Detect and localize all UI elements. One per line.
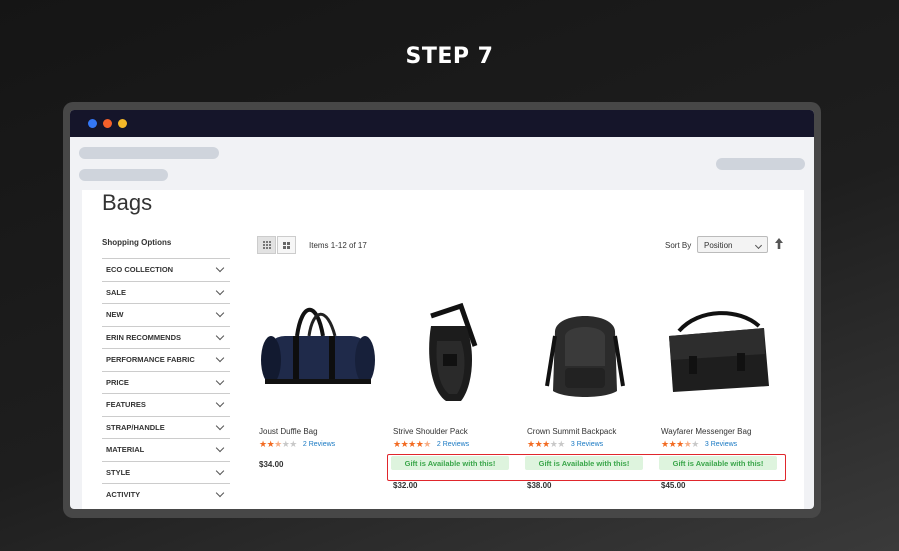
product-name[interactable]: Joust Duffle Bag — [259, 427, 318, 436]
product-image[interactable] — [391, 288, 511, 413]
filter-label: FEATURES — [106, 400, 146, 410]
filter-label: PERFORMANCE FABRIC — [106, 355, 195, 365]
product-rating: ★★★★★ 3 Reviews — [527, 440, 603, 449]
filter-label: ACTIVITY — [106, 490, 141, 500]
reviews-link[interactable]: 2 Reviews — [437, 441, 469, 448]
browser-titlebar — [70, 110, 814, 137]
rating-stars: ★★★★★ — [527, 439, 565, 449]
filter-label: MATERIAL — [106, 445, 145, 455]
gift-badges-highlight — [387, 454, 786, 481]
chevron-down-icon — [215, 309, 225, 318]
grid-view-icon — [262, 241, 271, 249]
filter-option[interactable]: STRAP/HANDLE — [102, 415, 230, 439]
product-price: $45.00 — [661, 481, 686, 490]
shopping-options-sidebar: Shopping Options ECO COLLECTION SALE NEW ER… — [102, 232, 230, 506]
browser-window: Bags Shopping Options ECO COLLECTION SALE… — [70, 110, 814, 509]
filter-label: SALE — [106, 287, 127, 297]
filter-option[interactable]: PERFORMANCE FABRIC — [102, 348, 230, 371]
filter-label: PRICE — [106, 377, 129, 387]
chevron-down-icon — [215, 399, 225, 408]
product-item[interactable]: Strive Shoulder Pack ★★★★★ 2 Reviews Gif… — [391, 288, 511, 490]
window-minimize-dot[interactable] — [103, 119, 112, 128]
product-image[interactable] — [659, 288, 779, 413]
product-rating: ★★★★★ 3 Reviews — [661, 440, 737, 449]
sort-select[interactable]: Position — [697, 236, 768, 253]
rating-stars: ★★★★★ — [393, 439, 431, 449]
reviews-link[interactable]: 3 Reviews — [705, 441, 737, 448]
step-title: STEP 7 — [405, 44, 494, 69]
shopping-options-label: Shopping Options — [102, 238, 172, 247]
chevron-down-icon — [215, 466, 225, 475]
filter-option[interactable]: ACTIVITY — [102, 483, 230, 506]
chevron-down-icon — [215, 376, 225, 385]
product-rating: ★★★★★ 2 Reviews — [393, 440, 469, 449]
product-name[interactable]: Strive Shoulder Pack — [393, 427, 468, 436]
product-item[interactable]: Joust Duffle Bag ★★★★★ 2 Reviews $34.00 — [257, 288, 377, 469]
chevron-down-icon — [215, 331, 225, 340]
placeholder-bar — [716, 158, 805, 170]
filter-option[interactable]: STYLE — [102, 460, 230, 484]
product-name[interactable]: Wayfarer Messenger Bag — [661, 427, 751, 436]
list-view-button[interactable] — [277, 236, 296, 254]
placeholder-bar — [79, 147, 219, 159]
filter-label: NEW — [106, 310, 124, 320]
placeholder-bar — [79, 169, 168, 181]
product-image[interactable] — [257, 288, 377, 413]
filter-label: ERIN RECOMMENDS — [106, 332, 182, 342]
product-image[interactable] — [525, 288, 645, 413]
filter-label: STRAP/HANDLE — [106, 422, 165, 432]
filter-option[interactable]: ECO COLLECTION — [102, 258, 230, 281]
product-price: $32.00 — [393, 481, 418, 490]
rating-stars: ★★★★★ — [661, 439, 699, 449]
filter-option[interactable]: PRICE — [102, 370, 230, 394]
sort-label: Sort By — [665, 241, 692, 250]
chevron-down-icon — [754, 241, 763, 250]
product-item[interactable]: Crown Summit Backpack ★★★★★ 3 Reviews Gi… — [525, 288, 645, 490]
filter-option[interactable]: SALE — [102, 280, 230, 304]
filter-option[interactable]: FEATURES — [102, 393, 230, 416]
chevron-down-icon — [215, 354, 225, 363]
list-view-icon — [283, 241, 290, 249]
chevron-down-icon — [215, 286, 225, 295]
product-price: $34.00 — [259, 460, 284, 469]
products-toolbar: Items 1-12 of 17 Sort By Position — [257, 236, 787, 256]
filter-option[interactable]: ERIN RECOMMENDS — [102, 325, 230, 349]
chevron-down-icon — [215, 444, 225, 453]
rating-stars: ★★★★★ — [259, 439, 297, 449]
grid-view-button[interactable] — [257, 236, 276, 254]
reviews-link[interactable]: 3 Reviews — [571, 441, 603, 448]
filter-label: ECO COLLECTION — [106, 265, 174, 275]
sort-arrow-up-icon[interactable] — [774, 237, 784, 251]
product-item[interactable]: Wayfarer Messenger Bag ★★★★★ 3 Reviews G… — [659, 288, 779, 490]
items-count: Items 1-12 of 17 — [309, 241, 367, 250]
chevron-down-icon — [215, 421, 225, 430]
filter-label: STYLE — [106, 467, 131, 477]
product-rating: ★★★★★ 2 Reviews — [259, 440, 335, 449]
filter-option[interactable]: NEW — [102, 303, 230, 326]
product-name[interactable]: Crown Summit Backpack — [527, 427, 616, 436]
chevron-down-icon — [215, 489, 225, 498]
product-price: $38.00 — [527, 481, 552, 490]
filter-option[interactable]: MATERIAL — [102, 438, 230, 461]
window-maximize-dot[interactable] — [118, 119, 127, 128]
chevron-down-icon — [215, 264, 225, 273]
reviews-link[interactable]: 2 Reviews — [303, 441, 335, 448]
window-close-dot[interactable] — [88, 119, 97, 128]
page-title: Bags — [102, 190, 153, 215]
sort-select-value: Position — [704, 241, 733, 250]
